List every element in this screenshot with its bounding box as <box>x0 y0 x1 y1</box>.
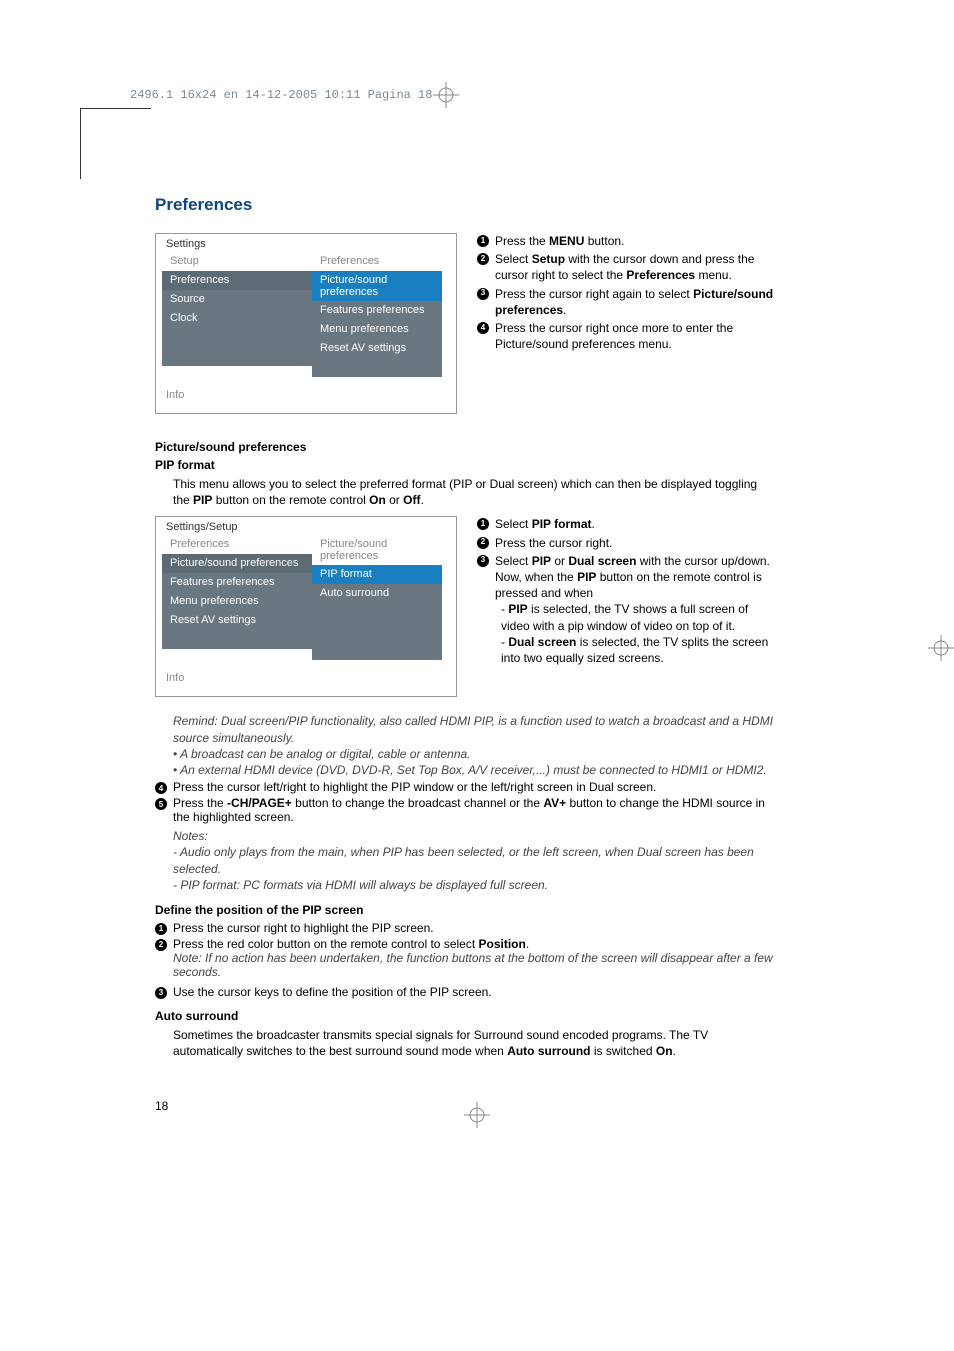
step-text: . <box>563 303 566 317</box>
remind-bullet: • A broadcast can be analog or digital, … <box>173 746 774 762</box>
step-num: 1 <box>155 923 167 935</box>
submenu-item: Auto surround <box>312 584 442 603</box>
settings-setup-menu-figure: Settings/Setup Preferences Picture/sound… <box>155 516 457 697</box>
step-text: Press the cursor right again to select <box>495 287 693 301</box>
section-subheading: Define the position of the PIP screen <box>155 903 774 917</box>
submenu-item: PIP format <box>312 565 442 584</box>
submenu-item <box>312 603 442 622</box>
step-text: Press the <box>495 234 549 248</box>
section-subheading: Auto surround <box>155 1009 774 1023</box>
submenu-item: Menu preferences <box>312 320 442 339</box>
step-num: 5 <box>155 798 167 810</box>
step-text: Press the cursor left/right to highlight… <box>173 780 656 794</box>
menu-item <box>162 328 312 347</box>
print-header: 2496.1 16x24 en 14-12-2005 10:11 Pagina … <box>130 88 432 102</box>
menu-title: Settings/Setup <box>156 517 456 535</box>
step-num: 3 <box>155 987 167 999</box>
step-num: 4 <box>155 782 167 794</box>
step-num: 2 <box>155 939 167 951</box>
page-title: Preferences <box>155 195 774 215</box>
menu-item: Reset AV settings <box>162 611 312 630</box>
submenu-header: Picture/sound preferences <box>312 535 442 565</box>
menu-header: Preferences <box>162 535 312 554</box>
step-num: 1 <box>477 518 489 530</box>
menu-info: Info <box>156 666 456 696</box>
step-num: 3 <box>477 555 489 567</box>
step-text: Use the cursor keys to define the positi… <box>173 985 492 999</box>
step-text: Press the cursor right once more to ente… <box>495 320 774 352</box>
remind-note: Remind: Dual screen/PIP functionality, a… <box>173 713 774 745</box>
menu-item: Picture/sound preferences <box>162 554 312 573</box>
menu-item: Features preferences <box>162 573 312 592</box>
submenu-item <box>312 641 442 660</box>
menu-item: Clock <box>162 309 312 328</box>
submenu-header: Preferences <box>312 252 442 271</box>
note: - PIP format: PC formats via HDMI will a… <box>173 877 774 893</box>
step-text: Select <box>495 252 532 266</box>
auto-surround-text: Sometimes the broadcaster transmits spec… <box>173 1027 774 1059</box>
step-num: 4 <box>477 322 489 334</box>
intro-text: This menu allows you to select the prefe… <box>173 476 774 508</box>
crop-mark <box>80 108 151 179</box>
submenu-item: Picture/sound preferences <box>312 271 442 301</box>
note: - Audio only plays from the main, when P… <box>173 844 774 876</box>
remind-bullet: • An external HDMI device (DVD, DVD-R, S… <box>173 762 774 778</box>
menu-info: Info <box>156 383 456 413</box>
step-text: menu. <box>695 268 732 282</box>
step-text: Preferences <box>626 268 695 282</box>
submenu-item: Reset AV settings <box>312 339 442 358</box>
menu-item <box>162 630 312 649</box>
menu-item <box>162 347 312 366</box>
step-num: 2 <box>477 253 489 265</box>
menu-item: Menu preferences <box>162 592 312 611</box>
step-num: 1 <box>477 235 489 247</box>
registration-mark-top <box>433 82 459 113</box>
step-num: 3 <box>477 288 489 300</box>
note: Note: If no action has been undertaken, … <box>173 951 774 979</box>
menu-title: Settings <box>156 234 456 252</box>
step-num: 2 <box>477 537 489 549</box>
submenu-item <box>312 622 442 641</box>
page: 2496.1 16x24 en 14-12-2005 10:11 Pagina … <box>0 0 954 1153</box>
registration-mark-right <box>928 635 954 666</box>
menu-item: Preferences <box>162 271 312 290</box>
submenu-item: Features preferences <box>312 301 442 320</box>
steps-block-2: 1 Select PIP format. 2 Press the cursor … <box>477 516 774 668</box>
submenu-item <box>312 358 442 377</box>
notes-heading: Notes: <box>173 828 774 844</box>
step-text: button. <box>584 234 624 248</box>
settings-menu-figure: Settings Setup Preferences Source Clock … <box>155 233 457 414</box>
menu-item: Setup <box>162 252 312 271</box>
section-subheading: PIP format <box>155 458 774 472</box>
step-text: Press the cursor right to highlight the … <box>173 921 434 935</box>
steps-block-1: 1 Press the MENU button. 2 Select Setup … <box>477 233 774 354</box>
section-heading: Picture/sound preferences <box>155 440 774 454</box>
registration-mark-bottom <box>464 1102 490 1133</box>
menu-item: Source <box>162 290 312 309</box>
step-text: Setup <box>532 252 565 266</box>
step-text: MENU <box>549 234 584 248</box>
content: Preferences Settings Setup Preferences S… <box>155 195 774 1113</box>
